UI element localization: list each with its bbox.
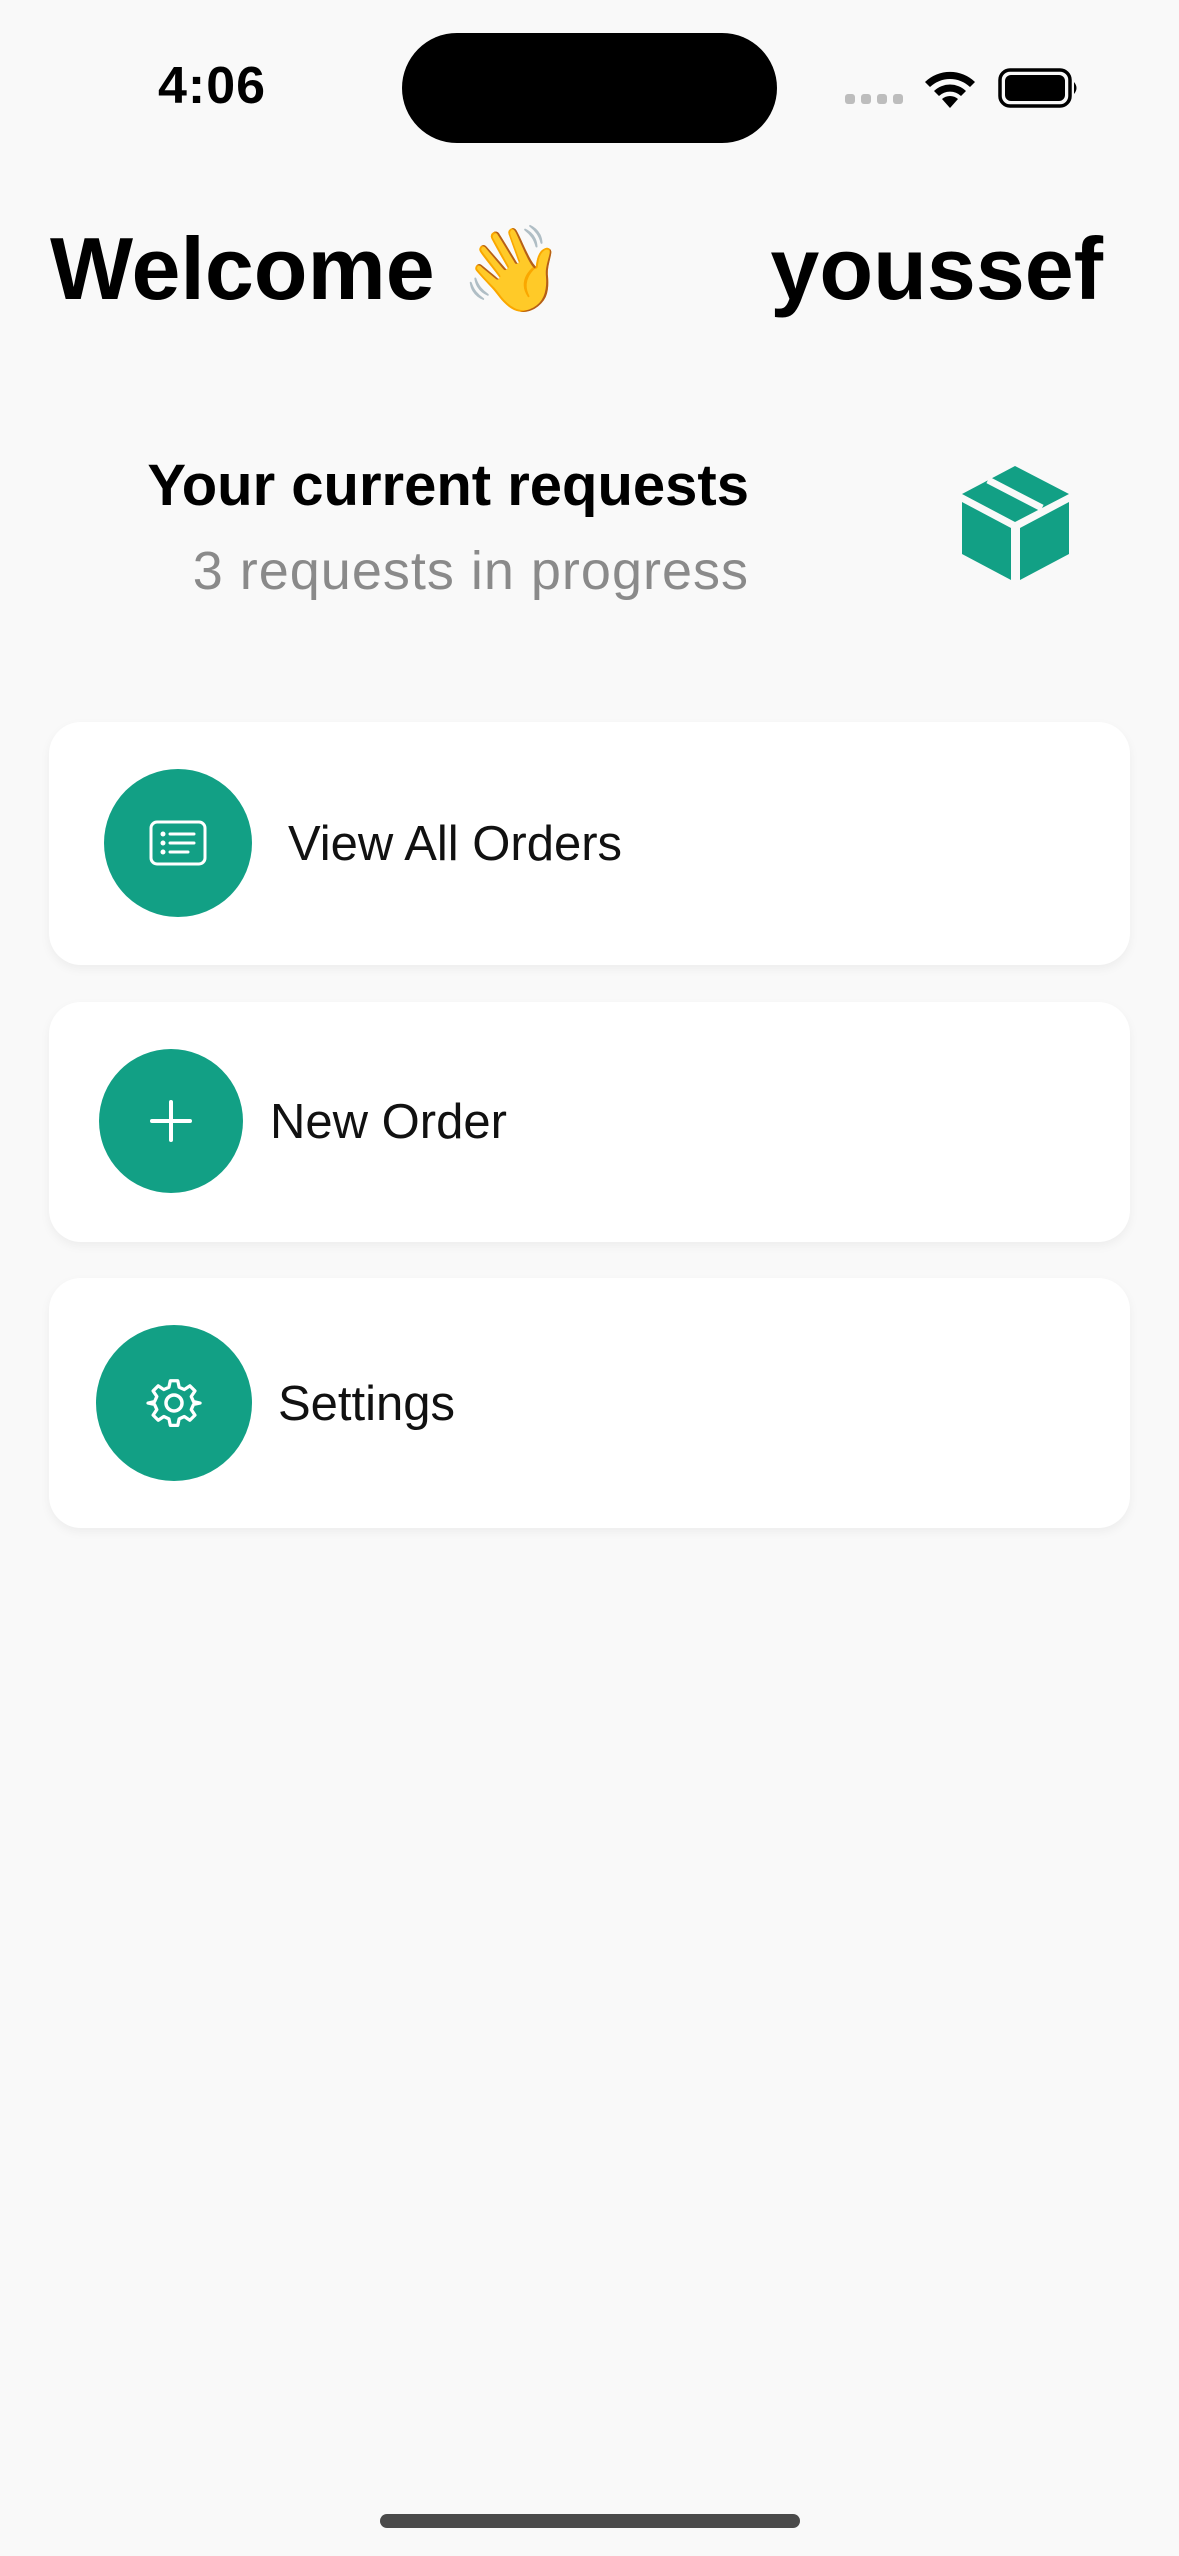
battery-icon	[998, 68, 1077, 108]
view-orders-icon-circle	[104, 769, 252, 917]
box-icon	[962, 466, 1069, 580]
welcome-heading: Welcome 👋	[50, 225, 565, 313]
new-order-icon-circle	[99, 1049, 243, 1193]
settings-button[interactable]: Settings	[49, 1278, 1130, 1528]
wifi-icon	[925, 71, 975, 108]
cellular-signal-icon	[845, 94, 903, 104]
username: youssef	[770, 219, 1103, 318]
list-document-icon	[149, 820, 207, 866]
new-order-button[interactable]: New Order	[49, 1002, 1130, 1242]
dynamic-island	[402, 33, 777, 143]
home-indicator[interactable]	[380, 2514, 800, 2528]
view-all-orders-label: View All Orders	[288, 817, 623, 871]
requests-title: Your current requests	[147, 453, 749, 518]
requests-subtitle: 3 requests in progress	[192, 541, 749, 601]
status-time: 4:06	[158, 57, 267, 115]
view-all-orders-button[interactable]: View All Orders	[49, 722, 1130, 965]
new-order-label: New Order	[270, 1095, 507, 1149]
welcome-text: Welcome	[50, 219, 435, 318]
waving-hand-icon: 👋	[460, 222, 566, 316]
gear-icon	[146, 1379, 202, 1427]
plus-icon	[150, 1100, 192, 1142]
settings-icon-circle	[96, 1325, 252, 1481]
settings-label: Settings	[278, 1377, 456, 1431]
